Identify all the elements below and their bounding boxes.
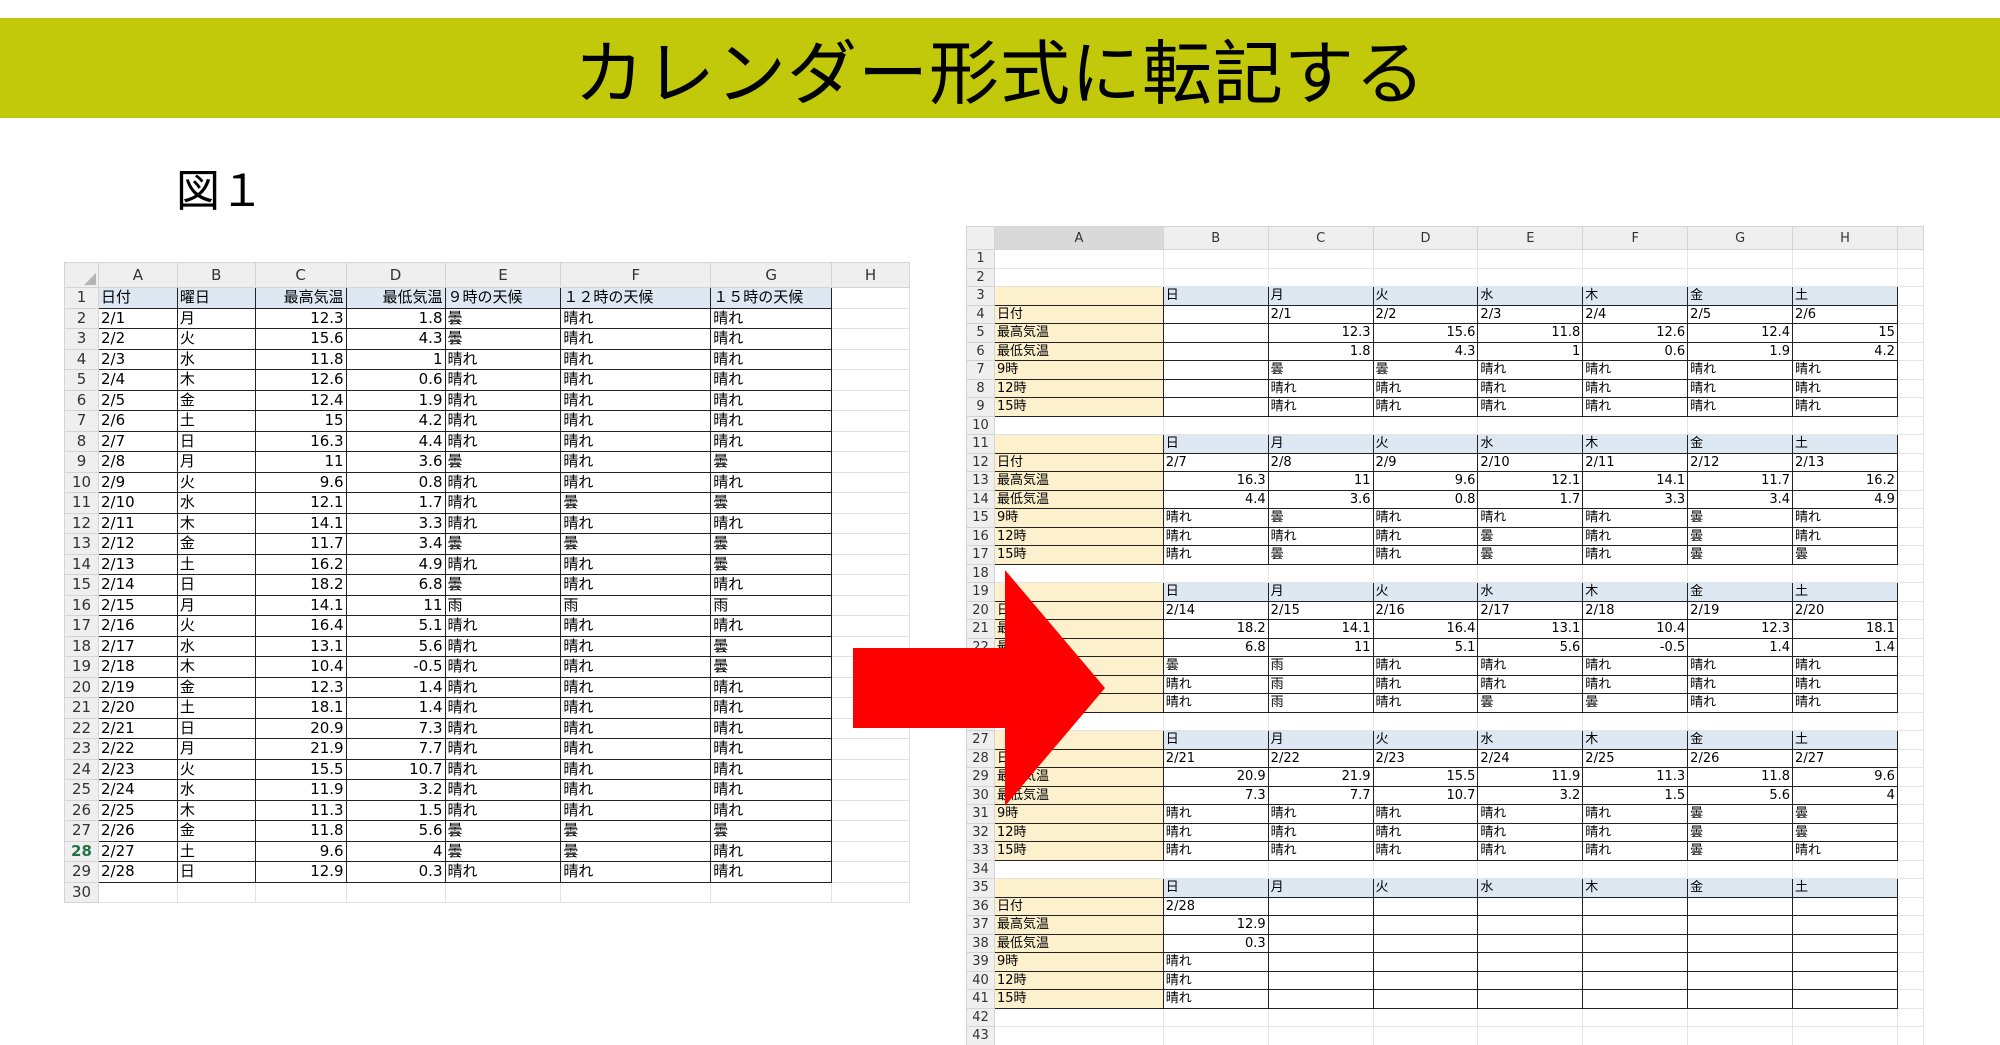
arrow-right-icon xyxy=(853,570,1105,806)
